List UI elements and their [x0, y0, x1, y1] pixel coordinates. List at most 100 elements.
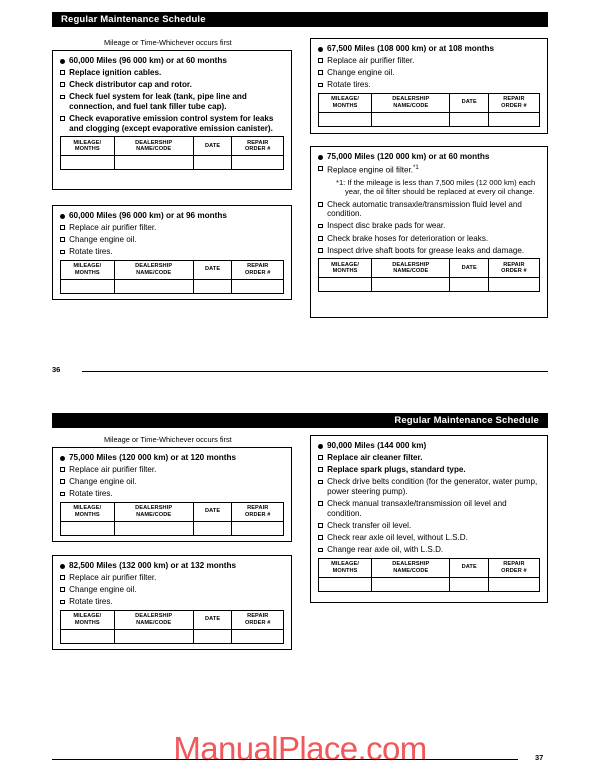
- table-row: [60, 520, 284, 536]
- cell-dealership[interactable]: [113, 628, 194, 644]
- checkbox-icon[interactable]: [60, 249, 65, 255]
- checklist-item[interactable]: Check rear axle oil level, without L.S.D…: [318, 533, 540, 543]
- table-header-row: MILEAGE/ MONTHS DEALERSHIP NAME/CODE DAT…: [60, 259, 284, 280]
- checklist-item-label: Check drive belts condition (for the gen…: [327, 477, 538, 496]
- checklist-item[interactable]: Change rear axle oil, with L.S.D.: [318, 545, 540, 555]
- cell-dealership[interactable]: [371, 277, 451, 293]
- checkbox-icon[interactable]: [60, 491, 65, 497]
- checkbox-icon[interactable]: [60, 467, 65, 472]
- schedule-box-75000-120mo: 75,000 Miles (120 000 km) or at 120 mont…: [52, 447, 292, 542]
- table-header-row: MILEAGE/ MONTHS DEALERSHIP NAME/CODE DAT…: [317, 557, 541, 578]
- service-record-table: MILEAGE/ MONTHS DEALERSHIP NAME/CODE DAT…: [60, 501, 284, 536]
- checklist-item[interactable]: Check transfer oil level.: [318, 521, 540, 531]
- checklist-item[interactable]: Rotate tires.: [60, 247, 284, 257]
- checklist-item[interactable]: Check brake hoses for deterioration or l…: [318, 234, 540, 244]
- cell-repair-order[interactable]: [231, 520, 284, 536]
- cell-date[interactable]: [449, 277, 489, 293]
- checklist-item[interactable]: Change engine oil.: [318, 68, 540, 78]
- checklist-item[interactable]: Replace air purifier filter.: [60, 465, 284, 475]
- checklist-item[interactable]: Change engine oil.: [60, 235, 284, 245]
- checklist-item-label: Replace air purifier filter.: [69, 573, 157, 582]
- checkbox-icon[interactable]: [60, 116, 65, 122]
- checkbox-icon[interactable]: [60, 225, 65, 230]
- checkbox-icon[interactable]: [318, 248, 323, 253]
- checkbox-icon[interactable]: [318, 58, 323, 63]
- checkbox-icon[interactable]: [318, 455, 323, 460]
- checklist-item[interactable]: Rotate tires.: [60, 597, 284, 607]
- cell-mileage[interactable]: [60, 155, 115, 171]
- checklist-item[interactable]: Replace air purifier filter.: [318, 56, 540, 66]
- checkbox-icon[interactable]: [60, 70, 65, 75]
- cell-mileage[interactable]: [60, 520, 115, 536]
- checklist-item[interactable]: Rotate tires.: [60, 489, 284, 499]
- checkbox-icon[interactable]: [318, 547, 323, 553]
- cell-date[interactable]: [192, 278, 233, 294]
- schedule-box-title-text: 75,000 Miles (120 000 km) or at 120 mont…: [69, 453, 237, 462]
- col-header-dealership: DEALERSHIP NAME/CODE: [113, 501, 194, 522]
- cell-mileage[interactable]: [317, 111, 373, 127]
- cell-mileage[interactable]: [60, 278, 115, 294]
- checkbox-icon[interactable]: [318, 467, 323, 473]
- cell-mileage[interactable]: [317, 277, 373, 293]
- checkbox-icon[interactable]: [60, 575, 65, 580]
- checklist-item[interactable]: Change engine oil.: [60, 477, 284, 487]
- cell-repair-order[interactable]: [231, 278, 284, 294]
- cell-mileage[interactable]: [60, 628, 115, 644]
- checkbox-icon[interactable]: [318, 166, 323, 171]
- cell-dealership[interactable]: [371, 576, 451, 592]
- cell-mileage[interactable]: [317, 576, 373, 592]
- checklist-item-label: Check transfer oil level.: [327, 520, 412, 530]
- checkbox-icon[interactable]: [318, 479, 323, 485]
- checklist-item[interactable]: Change engine oil.: [60, 585, 284, 595]
- cell-dealership[interactable]: [371, 111, 451, 127]
- checkbox-icon[interactable]: [318, 223, 323, 229]
- checkbox-icon[interactable]: [318, 535, 323, 541]
- checkbox-icon[interactable]: [60, 237, 65, 243]
- checklist-item[interactable]: Inspect disc brake pads for wear.: [318, 221, 540, 231]
- schedule-box-title-text: 90,000 Miles (144 000 km): [327, 441, 427, 450]
- checkbox-icon[interactable]: [60, 82, 65, 88]
- checkbox-icon[interactable]: [318, 70, 323, 76]
- checklist-item[interactable]: Inspect drive shaft boots for grease lea…: [318, 246, 540, 256]
- cell-date[interactable]: [192, 628, 233, 644]
- col-header-date: DATE: [449, 92, 489, 113]
- col-header-repair-order: REPAIR ORDER #: [487, 258, 541, 279]
- checklist-item[interactable]: Rotate tires.: [318, 80, 540, 90]
- cell-date[interactable]: [449, 576, 489, 592]
- checklist-item[interactable]: Replace spark plugs, standard type.: [318, 465, 540, 475]
- checklist-item[interactable]: Replace ignition cables.: [60, 68, 284, 78]
- checkbox-icon[interactable]: [318, 501, 323, 507]
- checklist-item[interactable]: Check manual transaxle/transmission oil …: [318, 499, 540, 518]
- cell-dealership[interactable]: [113, 278, 194, 294]
- cell-repair-order[interactable]: [487, 576, 541, 592]
- checkbox-icon[interactable]: [318, 82, 323, 88]
- checklist-item[interactable]: Check fuel system for leak (tank, pipe l…: [60, 92, 284, 111]
- checklist-item[interactable]: Check evaporative emission control syste…: [60, 114, 284, 133]
- checkbox-icon[interactable]: [318, 201, 323, 207]
- cell-repair-order[interactable]: [231, 628, 284, 644]
- checklist-item[interactable]: Check automatic transaxle/transmission f…: [318, 200, 540, 219]
- checkbox-icon[interactable]: [60, 587, 65, 593]
- schedule-box-title: 60,000 Miles (96 000 km) or at 60 months: [60, 56, 284, 66]
- cell-date[interactable]: [192, 155, 233, 171]
- cell-date[interactable]: [192, 520, 233, 536]
- checkbox-icon[interactable]: [60, 599, 65, 605]
- checklist-item[interactable]: Replace air purifier filter.: [60, 573, 284, 583]
- mileage-time-caption: Mileage or Time-Whichever occurs first: [104, 38, 232, 47]
- cell-dealership[interactable]: [113, 155, 194, 171]
- cell-repair-order[interactable]: [487, 111, 541, 127]
- checklist-item[interactable]: Replace air purifier filter.: [60, 223, 284, 233]
- checkbox-icon[interactable]: [318, 235, 323, 241]
- checklist-item[interactable]: Check drive belts condition (for the gen…: [318, 477, 540, 496]
- cell-repair-order[interactable]: [487, 277, 541, 293]
- checkbox-icon[interactable]: [318, 523, 323, 528]
- cell-dealership[interactable]: [113, 520, 194, 536]
- checklist-item-label: Rotate tires.: [69, 247, 113, 257]
- checklist-item[interactable]: Replace air cleaner filter.: [318, 453, 540, 463]
- checkbox-icon[interactable]: [60, 479, 65, 485]
- cell-date[interactable]: [449, 111, 489, 127]
- checklist-item[interactable]: Replace engine oil filter.*1: [318, 164, 540, 175]
- checklist-item[interactable]: Check distributor cap and rotor.: [60, 80, 284, 90]
- checkbox-icon[interactable]: [60, 94, 65, 100]
- cell-repair-order[interactable]: [231, 155, 284, 171]
